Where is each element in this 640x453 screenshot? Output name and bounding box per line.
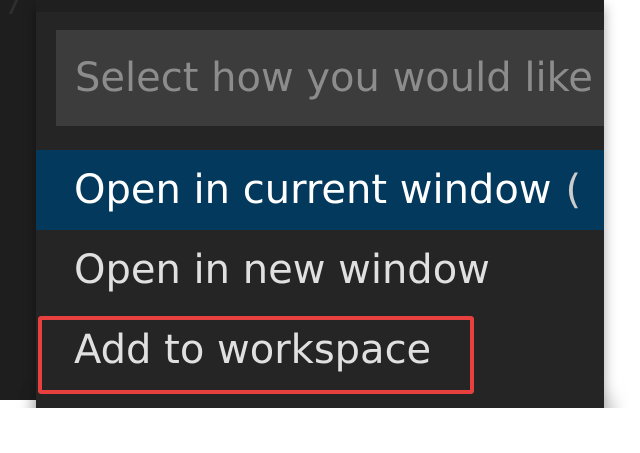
popup-top-strip (36, 0, 604, 12)
quick-pick-input-box[interactable] (56, 30, 604, 126)
quick-pick-list: Open in current window ( Open in new wind… (36, 150, 604, 390)
option-hint: ( (565, 167, 582, 213)
option-label: Open in current window (74, 167, 552, 213)
option-open-in-current-window[interactable]: Open in current window ( (36, 150, 604, 230)
option-open-in-new-window[interactable]: Open in new window (36, 230, 604, 310)
option-add-to-workspace[interactable]: Add to workspace (36, 310, 604, 390)
quick-pick-input[interactable] (57, 31, 604, 125)
quick-pick-popup: Open in current window ( Open in new wind… (36, 0, 604, 408)
screenshot-stage: Open in current window ( Open in new wind… (0, 0, 640, 453)
option-label: Add to workspace (74, 327, 432, 373)
editor-edge-mark (8, 0, 19, 14)
bottom-margin (0, 408, 640, 453)
option-label: Open in new window (74, 247, 490, 293)
